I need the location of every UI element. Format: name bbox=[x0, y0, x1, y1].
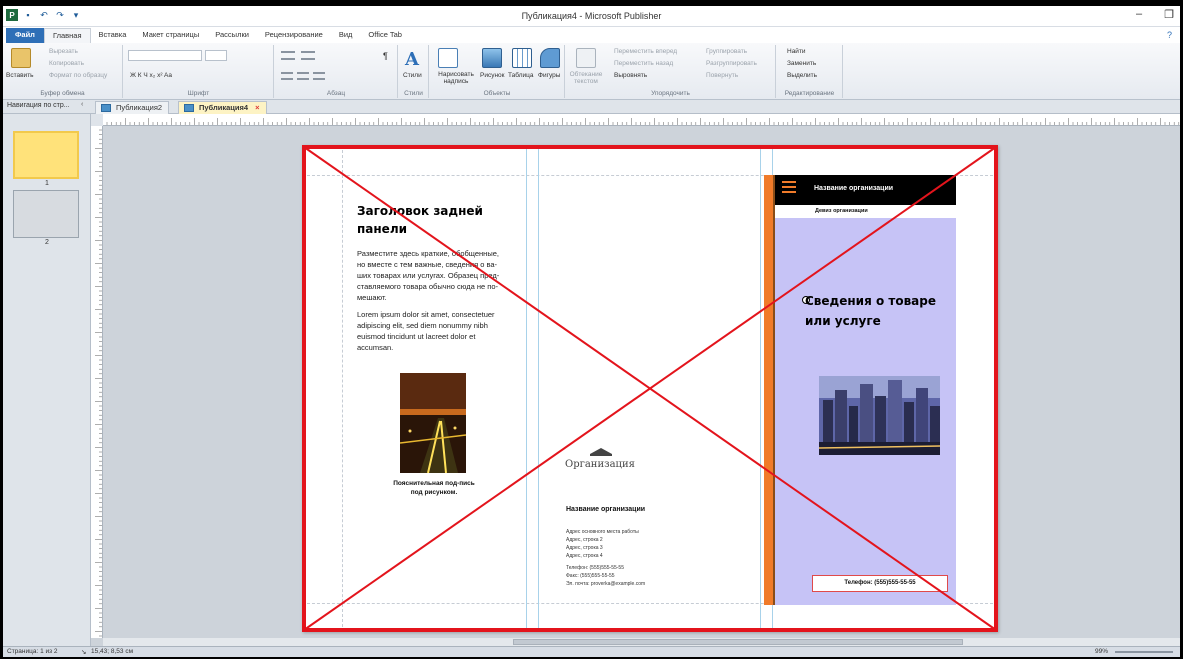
window-controls: – ❐ bbox=[1136, 8, 1174, 21]
help-icon[interactable]: ? bbox=[1167, 30, 1172, 40]
group-label: Стили bbox=[404, 90, 423, 97]
page-number: 2 bbox=[45, 239, 49, 246]
textbox-icon[interactable] bbox=[438, 48, 458, 68]
tab-page-design[interactable]: Макет страницы bbox=[134, 28, 207, 43]
send-backward-button[interactable]: Переместить назад bbox=[614, 60, 673, 67]
group-styles: A Стили Стили bbox=[399, 45, 429, 98]
select-button[interactable]: Выделить bbox=[787, 72, 817, 79]
navigation-pane-title: Навигация по стр... bbox=[7, 102, 70, 109]
picture-icon[interactable] bbox=[482, 48, 502, 68]
minimize-button[interactable]: – bbox=[1136, 8, 1142, 21]
draw-textbox-button[interactable]: Нарисовать надпись bbox=[433, 71, 479, 85]
paste-button[interactable]: Вставить bbox=[6, 72, 34, 79]
document-tab-bar: Навигация по стр... ‹ Публикация2 Публик… bbox=[3, 100, 1180, 114]
format-painter-button[interactable]: Формат по образцу bbox=[49, 72, 107, 79]
wrap-text-icon[interactable] bbox=[576, 48, 596, 68]
group-label: Упорядочить bbox=[651, 90, 690, 97]
cursor-position: 15,43; 8,53 см bbox=[91, 648, 134, 655]
close-tab-icon[interactable]: × bbox=[255, 103, 259, 112]
publisher-window: P ▪ ↶ ↷ ▾ Публикация4 - Microsoft Publis… bbox=[3, 6, 1180, 657]
zoom-level[interactable]: 99% bbox=[1095, 648, 1108, 655]
cursor-position-icon: ↘ bbox=[81, 649, 87, 656]
publication-icon bbox=[184, 104, 194, 112]
table-icon[interactable] bbox=[512, 48, 532, 68]
tab-view[interactable]: Вид bbox=[331, 28, 361, 43]
ruler-corner bbox=[91, 114, 103, 126]
align-left-icon[interactable] bbox=[281, 72, 293, 80]
tab-review[interactable]: Рецензирование bbox=[257, 28, 331, 43]
doc-tab-publication2[interactable]: Публикация2 bbox=[95, 101, 170, 114]
styles-button[interactable]: Стили bbox=[403, 72, 422, 79]
group-editing: Найти Заменить Выделить Редактирование bbox=[777, 45, 843, 98]
window-title: Публикация4 - Microsoft Publisher bbox=[521, 11, 662, 21]
horizontal-scrollbar[interactable] bbox=[103, 638, 1180, 646]
tab-home[interactable]: Главная bbox=[43, 28, 91, 43]
paste-icon[interactable] bbox=[11, 48, 31, 68]
tab-insert[interactable]: Вставка bbox=[91, 28, 135, 43]
zoom-slider[interactable] bbox=[1115, 651, 1173, 653]
vertical-ruler[interactable] bbox=[91, 126, 103, 638]
align-center-icon[interactable] bbox=[297, 72, 309, 80]
font-formatting-buttons[interactable]: Ж К Ч x₂ x² Aa bbox=[130, 72, 172, 79]
shapes-button[interactable]: Фигуры bbox=[538, 72, 560, 79]
publication-page[interactable]: Заголовок задней панели Разместите здесь… bbox=[302, 145, 998, 632]
red-cross-annotation bbox=[302, 145, 998, 632]
tab-office-tab[interactable]: Office Tab bbox=[360, 28, 410, 43]
group-button[interactable]: Группировать bbox=[706, 48, 747, 55]
group-paragraph: ¶ Абзац bbox=[275, 45, 398, 98]
status-bar: Страница: 1 из 2 ↘ 15,43; 8,53 см 99% bbox=[3, 646, 1180, 657]
rotate-button[interactable]: Повернуть bbox=[706, 72, 738, 79]
group-clipboard: Вставить Вырезать Копировать Формат по о… bbox=[3, 45, 123, 98]
find-button[interactable]: Найти bbox=[787, 48, 806, 55]
cut-button[interactable]: Вырезать bbox=[49, 48, 78, 55]
group-font: Ж К Ч x₂ x² Aa Шрифт bbox=[124, 45, 274, 98]
align-right-icon[interactable] bbox=[313, 72, 325, 80]
ribbon-home: Вставить Вырезать Копировать Формат по о… bbox=[3, 43, 1180, 100]
picture-button[interactable]: Рисунок bbox=[480, 72, 505, 79]
font-name-select[interactable] bbox=[128, 50, 202, 61]
font-size-select[interactable] bbox=[205, 50, 227, 61]
ungroup-button[interactable]: Разгруппировать bbox=[706, 60, 757, 67]
pilcrow-icon[interactable]: ¶ bbox=[383, 51, 388, 61]
collapse-navigation-icon[interactable]: ‹ bbox=[81, 101, 83, 108]
copy-button[interactable]: Копировать bbox=[49, 60, 84, 67]
page-number: 1 bbox=[45, 180, 49, 187]
table-button[interactable]: Таблица bbox=[508, 72, 534, 79]
tab-mailings[interactable]: Рассылки bbox=[207, 28, 257, 43]
restore-button[interactable]: ❐ bbox=[1164, 8, 1174, 21]
group-label: Буфер обмена bbox=[40, 90, 85, 97]
wrap-text-button[interactable]: Обтекание текстом bbox=[568, 71, 604, 85]
ribbon-tabs: Файл Главная Вставка Макет страницы Расс… bbox=[3, 27, 1180, 43]
group-label: Абзац bbox=[326, 90, 346, 97]
numbering-icon[interactable] bbox=[301, 51, 315, 60]
align-button[interactable]: Выровнять bbox=[614, 72, 647, 79]
styles-icon[interactable]: A bbox=[405, 49, 419, 70]
page-indicator[interactable]: Страница: 1 из 2 bbox=[7, 648, 58, 655]
bullets-icon[interactable] bbox=[281, 51, 295, 60]
title-bar: P ▪ ↶ ↷ ▾ Публикация4 - Microsoft Publis… bbox=[3, 6, 1180, 27]
bring-forward-button[interactable]: Переместить вперед bbox=[614, 48, 677, 55]
group-objects: Нарисовать надпись Рисунок Таблица Фигур… bbox=[430, 45, 565, 98]
group-label: Шрифт bbox=[187, 90, 210, 97]
scrollbar-thumb[interactable] bbox=[513, 639, 963, 645]
shapes-icon[interactable] bbox=[540, 48, 560, 68]
publication-icon bbox=[101, 104, 111, 112]
replace-button[interactable]: Заменить bbox=[787, 60, 816, 67]
page-navigation-pane: 1 2 bbox=[3, 114, 91, 646]
page-thumbnail-2[interactable] bbox=[13, 190, 79, 238]
group-label: Объекты bbox=[483, 90, 511, 97]
page-thumbnail-1[interactable] bbox=[13, 131, 79, 179]
doc-tab-publication4[interactable]: Публикация4 × bbox=[178, 101, 267, 114]
group-arrange: Обтекание текстом Переместить вперед Пер… bbox=[566, 45, 776, 98]
group-label: Редактирование bbox=[784, 90, 835, 97]
workspace[interactable]: Заголовок задней панели Разместите здесь… bbox=[103, 126, 1180, 638]
horizontal-ruler[interactable] bbox=[103, 114, 1180, 126]
tab-file[interactable]: Файл bbox=[6, 28, 44, 43]
